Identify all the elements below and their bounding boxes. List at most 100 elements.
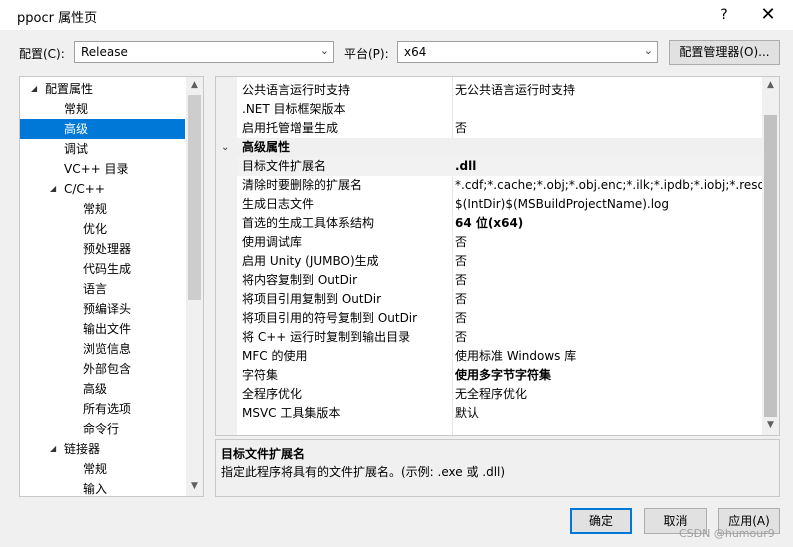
grid-gutter — [216, 77, 237, 435]
close-icon[interactable]: ✕ — [754, 2, 782, 28]
property-row[interactable]: 生成日志文件 $(IntDir)$(MSBuildProjectName).log — [237, 195, 762, 214]
tree-item-label: 浏览信息 — [83, 342, 132, 356]
property-row[interactable]: 目标文件扩展名 .dll — [237, 157, 762, 176]
property-value[interactable]: 否 — [455, 309, 763, 328]
tree-item-label: 优化 — [83, 222, 108, 236]
property-name: 将项目引用的符号复制到 OutDir — [242, 311, 418, 325]
tree-item-label: 常规 — [83, 462, 108, 476]
property-row[interactable]: 全程序优化 无全程序优化 — [237, 385, 762, 404]
property-row[interactable]: 字符集 使用多字节字符集 — [237, 366, 762, 385]
property-row[interactable]: 清除时要删除的扩展名 *.cdf;*.cache;*.obj;*.obj.enc;… — [237, 176, 763, 195]
property-row[interactable]: 启用 Unity (JUMBO)生成 否 — [237, 252, 762, 271]
property-value[interactable]: 使用标准 Windows 库 — [455, 347, 763, 366]
property-value[interactable]: 使用多字节字符集 — [455, 366, 763, 385]
tree-item-label: 预编译头 — [83, 302, 132, 316]
property-name: MSVC 工具集版本 — [242, 406, 341, 420]
property-name: 首选的生成工具体系结构 — [242, 216, 375, 230]
tree-item-label: 外部包含 — [83, 362, 132, 376]
tree-item-label: VC++ 目录 — [64, 162, 129, 176]
collapse-arrow-icon[interactable]: ⌄ — [221, 138, 229, 157]
scroll-up-icon[interactable]: ▲ — [762, 80, 779, 90]
property-value[interactable]: .dll — [455, 157, 763, 176]
property-tree[interactable]: ◢ 配置属性 常规 高级 调试 VC++ 目录 ◢ C/C++ 常规 优化 预处理器 代码生成 语言 预编… — [19, 76, 204, 497]
tree-item-label: 代码生成 — [83, 262, 132, 276]
tree-item-label: 高级 — [64, 122, 89, 136]
description-panel: 目标文件扩展名 指定此程序将具有的文件扩展名。(示例: .exe 或 .dll) — [215, 439, 780, 497]
group-title: 高级属性 — [242, 140, 291, 154]
property-row[interactable]: 将项目引用复制到 OutDir 否 — [237, 290, 762, 309]
config-manager-button[interactable]: 配置管理器(O)... — [669, 40, 780, 65]
property-name: 生成日志文件 — [242, 197, 315, 211]
property-row[interactable]: 将项目引用的符号复制到 OutDir 否 — [237, 309, 762, 328]
tree-scrollbar[interactable]: ▲ ▼ — [186, 77, 203, 496]
tree-item-label: 常规 — [83, 202, 108, 216]
title-bar: ppocr 属性页 ? ✕ — [0, 0, 793, 30]
chevron-down-icon: ⌄ — [643, 44, 653, 57]
grid-scrollbar[interactable]: ▲ ▼ — [762, 77, 779, 435]
property-name: 将 C++ 运行时复制到输出目录 — [242, 330, 411, 344]
property-value[interactable]: 无公共语言运行时支持 — [455, 81, 763, 100]
property-name: 目标文件扩展名 — [242, 159, 327, 173]
property-value[interactable]: *.cdf;*.cache;*.obj;*.obj.enc;*.ilk;*.ip… — [455, 176, 763, 195]
property-name: 启用 Unity (JUMBO)生成 — [242, 254, 379, 268]
ok-button[interactable]: 确定 — [570, 508, 632, 534]
property-value[interactable]: 无全程序优化 — [455, 385, 763, 404]
description-title: 目标文件扩展名 — [221, 447, 306, 461]
window-title: ppocr 属性页 — [17, 11, 98, 26]
tree-item-label: 常规 — [64, 102, 89, 116]
help-icon[interactable]: ? — [712, 4, 736, 26]
property-value[interactable]: $(IntDir)$(MSBuildProjectName).log — [455, 195, 763, 214]
platform-dropdown[interactable]: x64 ⌄ — [397, 41, 658, 63]
property-value[interactable]: 默认 — [455, 404, 763, 423]
property-row[interactable]: 将 C++ 运行时复制到输出目录 否 — [237, 328, 762, 347]
scroll-down-icon[interactable]: ▼ — [186, 481, 203, 491]
tree-item-label: 输出文件 — [83, 322, 132, 336]
property-value[interactable]: 否 — [455, 119, 763, 138]
property-name: 全程序优化 — [242, 387, 303, 401]
group-header-advanced[interactable]: ⌄ 高级属性 — [216, 138, 762, 157]
property-row[interactable]: 公共语言运行时支持 无公共语言运行时支持 — [237, 81, 762, 100]
property-name: 字符集 — [242, 368, 279, 382]
property-row[interactable]: MFC 的使用 使用标准 Windows 库 — [237, 347, 762, 366]
property-name: MFC 的使用 — [242, 349, 308, 363]
tree-scroll-thumb[interactable] — [188, 95, 201, 300]
tree-item-label: 高级 — [83, 382, 108, 396]
property-row[interactable]: 首选的生成工具体系结构 64 位(x64) — [237, 214, 762, 233]
grid-scroll-thumb[interactable] — [764, 115, 777, 417]
config-label: 配置(C): — [19, 47, 65, 61]
config-dropdown[interactable]: Release ⌄ — [74, 41, 334, 63]
property-value[interactable]: 否 — [455, 328, 763, 347]
expand-arrow-icon[interactable]: ◢ — [31, 79, 37, 99]
tree-item[interactable]: 高级 — [20, 119, 185, 139]
property-value[interactable]: 否 — [455, 271, 763, 290]
property-name: .NET 目标框架版本 — [242, 102, 346, 116]
property-row[interactable]: MSVC 工具集版本 默认 — [237, 404, 762, 423]
expand-arrow-icon[interactable]: ◢ — [50, 179, 56, 199]
property-name: 启用托管增量生成 — [242, 121, 339, 135]
property-value[interactable]: 64 位(x64) — [455, 214, 763, 233]
tree-item-label: 命令行 — [83, 422, 120, 436]
property-row[interactable]: .NET 目标框架版本 — [237, 100, 762, 119]
config-value: Release — [81, 45, 128, 59]
platform-value: x64 — [404, 45, 427, 59]
tree-item-label: 调试 — [64, 142, 89, 156]
property-grid[interactable]: 公共语言运行时支持 无公共语言运行时支持 .NET 目标框架版本 启用托管增量生成否 … — [215, 76, 780, 436]
property-value[interactable]: 否 — [455, 290, 763, 309]
expand-arrow-icon[interactable]: ◢ — [50, 439, 56, 459]
property-row[interactable]: 启用托管增量生成 否 — [237, 119, 762, 138]
property-name: 将项目引用复制到 OutDir — [242, 292, 382, 306]
tree-item-label: 预处理器 — [83, 242, 132, 256]
tree-item-label: C/C++ — [64, 182, 105, 196]
property-row[interactable]: 将内容复制到 OutDir 否 — [237, 271, 762, 290]
property-value[interactable]: 否 — [455, 233, 763, 252]
property-row[interactable]: 使用调试库 否 — [237, 233, 762, 252]
tree-item-label: 链接器 — [64, 442, 101, 456]
tree-item-label: 输入 — [83, 482, 108, 496]
property-value[interactable]: 否 — [455, 252, 763, 271]
scroll-down-icon[interactable]: ▼ — [762, 420, 779, 430]
tree-item-label: 所有选项 — [83, 402, 132, 416]
platform-label: 平台(P): — [344, 47, 389, 61]
scroll-up-icon[interactable]: ▲ — [186, 80, 203, 90]
description-text: 指定此程序将具有的文件扩展名。(示例: .exe 或 .dll) — [221, 465, 506, 479]
tree-item-label: 配置属性 — [45, 82, 94, 96]
